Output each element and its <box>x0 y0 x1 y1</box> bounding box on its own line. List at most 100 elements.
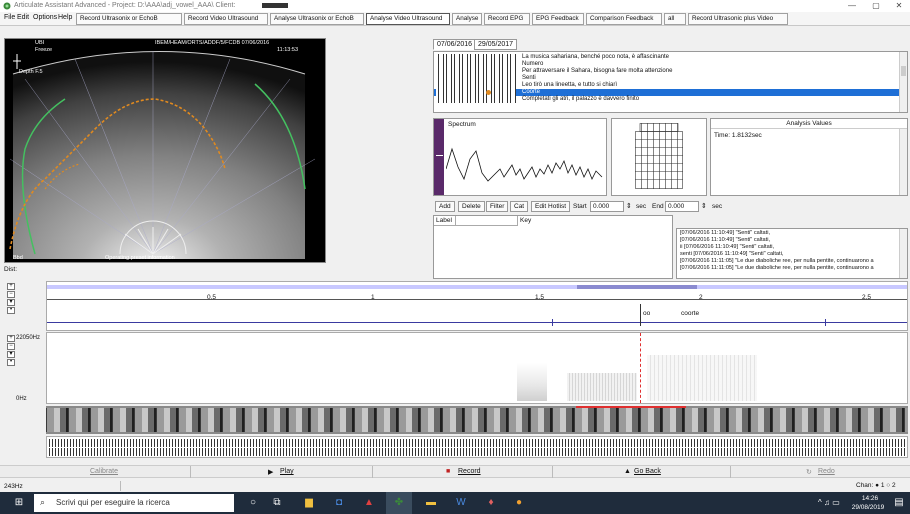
tab-record-video-ultrasound[interactable]: Record Video Ultrasound <box>184 13 268 25</box>
word-icon[interactable]: W <box>454 496 468 510</box>
calibrate-button[interactable]: Calibrate <box>90 468 118 475</box>
redo-button[interactable]: Redo <box>818 468 835 475</box>
channel-selector[interactable]: Chan: ● 1 ○ 2 <box>856 482 896 489</box>
chrome-icon[interactable]: ● <box>512 496 526 510</box>
end-spinner-icon[interactable]: ⇕ <box>701 202 707 210</box>
list-item[interactable]: Per attraversare il Sahara, bisogna fare… <box>434 68 900 75</box>
tab-analyse[interactable]: Analyse <box>452 13 482 25</box>
start-input[interactable]: 0.000 <box>590 201 624 212</box>
overview-window[interactable] <box>577 285 697 289</box>
ultrasound-view[interactable]: UBI Freeze IBEM/HEAM/ORTS/ADDF/5/FCDB 07… <box>4 38 326 263</box>
start-spinner-icon[interactable]: ⇕ <box>626 202 632 210</box>
menu-options[interactable]: Options <box>33 14 57 21</box>
clock-date[interactable]: 29/08/2019 <box>846 504 890 511</box>
file-explorer-icon[interactable]: ▆ <box>302 496 316 510</box>
spectrum-curve <box>446 147 603 182</box>
spectrogram-panel[interactable] <box>46 332 908 404</box>
zoom-out-icon[interactable]: − <box>7 291 15 298</box>
utterance-scrollbar[interactable] <box>899 52 907 112</box>
windows-start-icon[interactable]: ⊞ <box>12 496 26 510</box>
spectro-fit-icon[interactable]: • <box>7 359 15 366</box>
app-icon[interactable]: ♦ <box>484 496 498 510</box>
task-view-icon[interactable]: ⧉ <box>270 496 284 510</box>
taskbar-search-box[interactable]: ⌕ Scrivi qui per eseguire la ricerca <box>34 494 234 512</box>
tab-session-2[interactable]: 29/05/2017 <box>474 39 518 50</box>
filter-button[interactable]: Filter <box>486 201 509 212</box>
utterance-list[interactable]: La musica sahariana, benché poco nota, è… <box>433 51 908 113</box>
app-icon[interactable]: ▲ <box>362 496 376 510</box>
tab-record-ultrasonic-plus-video[interactable]: Record Ultrasonic plus Video <box>688 13 788 25</box>
log-line: senti [07/06/2016 11:10:49] "Senti" calt… <box>680 251 784 257</box>
maximize-button[interactable]: ▢ <box>868 1 884 11</box>
tab-comparison-feedback[interactable]: Comparison Feedback <box>586 13 662 25</box>
folder-icon[interactable]: ▬ <box>424 496 438 510</box>
segment-boundary[interactable] <box>552 319 553 326</box>
epg-palate-grid <box>635 123 683 189</box>
cat-button[interactable]: Cat <box>510 201 529 212</box>
add-button[interactable]: Add <box>435 201 455 212</box>
redo-icon[interactable]: ↻ <box>806 468 812 476</box>
log-line: [07/06/2016 11:10:49] "Senti" caltati, <box>680 237 771 243</box>
tab-analyse-ultrasonix[interactable]: Analyse Ultrasonix or EchoB <box>270 13 364 25</box>
list-item[interactable]: Numero <box>434 61 900 68</box>
list-item[interactable]: Leo tirò una lineetta, e tutto si chiarì <box>434 82 900 89</box>
play-icon[interactable]: ▶ <box>268 468 273 476</box>
delete-button[interactable]: Delete <box>458 201 485 212</box>
playback-cursor[interactable] <box>640 304 641 326</box>
tick-label: 1 <box>371 294 375 301</box>
log-scrollbar[interactable] <box>899 229 907 278</box>
list-item[interactable]: Senti <box>434 75 900 82</box>
taskbar-search-placeholder: Scrivi qui per eseguire la ricerca <box>56 498 170 507</box>
segment-boundary[interactable] <box>825 319 826 326</box>
tab-record-epg[interactable]: Record EPG <box>484 13 530 25</box>
record-icon[interactable]: ■ <box>446 468 450 475</box>
notification-icon[interactable]: ▤ <box>892 496 906 510</box>
tab-epg-feedback[interactable]: EPG Feedback <box>532 13 584 25</box>
minimize-button[interactable]: — <box>844 1 860 11</box>
timeline-panel[interactable]: 0.5 1 1.5 2 2.5 oo coorte <box>46 281 908 331</box>
record-button[interactable]: Record <box>458 468 481 475</box>
tab-record-ultrasonix[interactable]: Record Ultrasonix or EchoB <box>76 13 182 25</box>
spectro-energy <box>567 373 637 401</box>
status-bar: 243Hz Chan: ● 1 ○ 2 <box>0 480 910 492</box>
go-back-icon[interactable]: ▲ <box>624 468 631 475</box>
tick-label: 2 <box>699 294 703 301</box>
ultrasound-thumbnail-strip[interactable] <box>46 406 908 434</box>
clock-time[interactable]: 14:26 <box>853 495 887 502</box>
play-button[interactable]: Play <box>280 468 294 475</box>
overview-bar[interactable] <box>47 285 907 289</box>
edit-hotlist-button[interactable]: Edit Hotlist <box>531 201 571 212</box>
menu-file[interactable]: File <box>4 14 15 21</box>
zoom-in-icon[interactable]: + <box>7 283 15 290</box>
analysis-scrollbar[interactable] <box>899 129 907 195</box>
end-input[interactable]: 0.000 <box>665 201 699 212</box>
scroll-thumb[interactable] <box>901 66 906 76</box>
label-table[interactable]: Label Key <box>433 215 673 279</box>
app-icon[interactable]: ◘ <box>332 496 346 510</box>
tab-session-1[interactable]: 07/06/2016 <box>433 39 477 50</box>
epg-frames-row2 <box>47 448 907 456</box>
spectro-cursor[interactable] <box>640 333 641 403</box>
tab-analyse-video-ultrasound[interactable]: Analyse Video Ultrasound <box>366 13 450 25</box>
spectro-down-icon[interactable]: ▾ <box>7 351 15 358</box>
fit-icon[interactable]: • <box>7 307 15 314</box>
tray-icons[interactable]: ^ ♫ ▭ <box>818 498 840 507</box>
list-item-selected[interactable]: Coorte <box>434 89 900 96</box>
spectro-zoom-in-icon[interactable]: + <box>7 335 15 342</box>
menu-edit[interactable]: Edit <box>17 14 29 21</box>
list-item[interactable]: Completati gli atri, il palazzo è davver… <box>434 96 900 103</box>
cortana-icon[interactable]: ○ <box>246 496 260 510</box>
divider <box>372 466 373 478</box>
time-axis <box>47 299 907 300</box>
tab-all[interactable]: all <box>664 13 686 25</box>
scroll-down-icon[interactable]: ▾ <box>7 299 15 306</box>
epg-frame-strip[interactable] <box>46 436 908 458</box>
list-item[interactable]: La musica sahariana, benché poco nota, è… <box>434 54 900 61</box>
spectro-zoom-out-icon[interactable]: − <box>7 343 15 350</box>
articulate-app-icon[interactable]: ✤ <box>392 496 406 510</box>
menu-help[interactable]: Help <box>58 14 72 21</box>
close-button[interactable]: ✕ <box>891 1 907 11</box>
go-back-button[interactable]: Go Back <box>634 468 661 475</box>
frame-thumbnails[interactable] <box>46 408 908 432</box>
log-panel[interactable]: [07/06/2016 11:10:49] "Senti" caltati, [… <box>676 228 908 279</box>
